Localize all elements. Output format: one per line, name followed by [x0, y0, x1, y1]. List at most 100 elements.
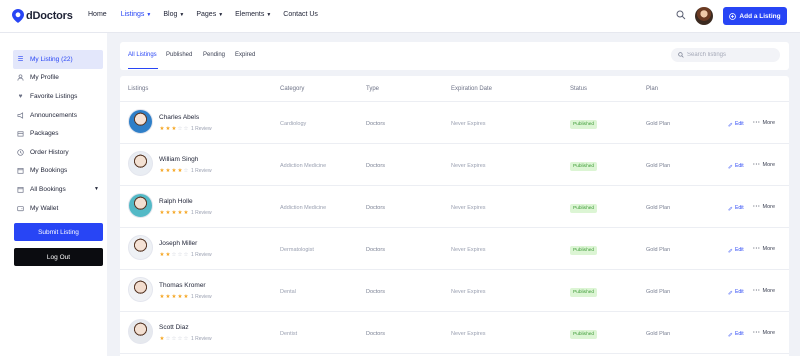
- edit-button[interactable]: Edit: [728, 247, 744, 253]
- listing-name[interactable]: Charles Abels: [159, 114, 199, 121]
- more-button[interactable]: ··· More: [753, 288, 775, 294]
- nav-listings[interactable]: Listings ▼: [121, 11, 152, 18]
- more-button[interactable]: ··· More: [753, 330, 775, 336]
- edit-button[interactable]: Edit: [728, 289, 744, 295]
- listing-expiration: Never Expires: [451, 121, 486, 127]
- calendar-icon: [17, 186, 24, 193]
- nav-home[interactable]: Home: [88, 11, 109, 18]
- edit-button[interactable]: Edit: [728, 331, 744, 337]
- user-icon: [17, 74, 24, 81]
- listing-category: Dentist: [280, 331, 298, 337]
- user-avatar[interactable]: [695, 7, 713, 25]
- listing-name[interactable]: Thomas Kromer: [159, 282, 206, 289]
- tab-expired[interactable]: Expired: [235, 52, 255, 58]
- listing-plan: Gold Plan: [646, 121, 671, 127]
- sidebar-item-announcements[interactable]: Announcements: [13, 106, 103, 125]
- search-icon[interactable]: [676, 10, 686, 20]
- chevron-down-icon[interactable]: ▼: [94, 186, 99, 192]
- nav-blog[interactable]: Blog ▼: [163, 11, 184, 18]
- rating-stars: ★ ★ ☆ ☆ ☆ 1 Review: [159, 252, 212, 258]
- listing-name[interactable]: Scott Diaz: [159, 324, 189, 331]
- sidebar-item-label: Announcements: [30, 111, 77, 119]
- location-pin-icon: [12, 9, 24, 23]
- more-button[interactable]: ··· More: [753, 204, 775, 210]
- status-badge: Published: [570, 245, 598, 255]
- more-label: More: [762, 288, 776, 294]
- edit-icon: [728, 164, 733, 168]
- table-row: Charles Abels ★ ★ ★ ☆ ☆ 1 Review Cardiology Doct…: [120, 102, 789, 144]
- review-count: 1 Review: [191, 294, 212, 300]
- tab-pending[interactable]: Pending: [203, 52, 225, 58]
- review-count: 1 Review: [191, 336, 212, 342]
- review-count: 1 Review: [191, 126, 212, 132]
- nav-label: Blog: [163, 11, 178, 18]
- listing-category: Dental: [280, 289, 296, 295]
- add-listing-button[interactable]: Add a Listing: [723, 7, 787, 25]
- star-filled-icon: ★: [183, 210, 189, 216]
- listing-category: Addiction Medicine: [280, 163, 327, 169]
- listing-plan: Gold Plan: [646, 163, 671, 169]
- edit-button[interactable]: Edit: [728, 121, 744, 127]
- rating-stars: ★ ★ ★ ★ ★ 1 Review: [159, 294, 212, 300]
- sidebar-item-my-wallet[interactable]: My Wallet: [13, 199, 103, 218]
- sidebar-item-my-bookings[interactable]: My Bookings: [13, 162, 103, 181]
- edit-button[interactable]: Edit: [728, 205, 744, 211]
- doctor-avatar[interactable]: [128, 193, 153, 218]
- logo-text: dDoctors: [26, 10, 73, 22]
- edit-button[interactable]: Edit: [728, 163, 744, 169]
- sidebar-item-label: My Listing (22): [30, 55, 73, 63]
- review-count: 1 Review: [191, 252, 212, 258]
- star-empty-icon: ☆: [183, 168, 189, 174]
- add-listing-label: Add a Listing: [739, 12, 781, 20]
- nav-pages[interactable]: Pages ▼: [196, 11, 223, 18]
- sidebar-item-all-bookings[interactable]: All Bookings ▼: [13, 180, 103, 199]
- chevron-down-icon: ▼: [218, 12, 224, 18]
- nav-contact[interactable]: Contact Us: [283, 11, 320, 18]
- listing-name[interactable]: William Singh: [159, 156, 198, 163]
- site-logo[interactable]: dDoctors: [12, 9, 73, 23]
- more-button[interactable]: ··· More: [753, 246, 775, 252]
- nav-elements[interactable]: Elements ▼: [235, 11, 271, 18]
- listing-expiration: Never Expires: [451, 205, 486, 211]
- table-row: Scott Diaz ★ ☆ ☆ ☆ ☆ 1 Review Dentist Doctors Nev…: [120, 312, 789, 354]
- sidebar-item-label: All Bookings: [30, 185, 66, 193]
- heart-icon: ♥: [18, 92, 23, 100]
- listing-type: Doctors: [366, 247, 385, 253]
- rating-stars: ★ ☆ ☆ ☆ ☆ 1 Review: [159, 336, 212, 342]
- more-button[interactable]: ··· More: [753, 162, 775, 168]
- sidebar-item-label: My Profile: [30, 74, 59, 82]
- package-icon: [17, 130, 24, 137]
- column-header-expiration: Expiration Date: [451, 86, 493, 92]
- tab-all-listings[interactable]: All Listings: [128, 52, 157, 58]
- listing-expiration: Never Expires: [451, 163, 486, 169]
- status-badge: Published: [570, 161, 598, 171]
- active-tab-indicator: [128, 68, 158, 70]
- column-header-category: Category: [280, 86, 305, 92]
- more-dots-icon: ···: [753, 330, 761, 336]
- listing-search: [671, 48, 780, 62]
- doctor-avatar[interactable]: [128, 109, 153, 134]
- submit-listing-button[interactable]: Submit Listing: [14, 223, 103, 241]
- sidebar-item-favorite-listings[interactable]: ♥ Favorite Listings: [13, 87, 103, 106]
- sidebar-item-packages[interactable]: Packages: [13, 124, 103, 143]
- logout-button[interactable]: Log Out: [14, 248, 103, 266]
- sidebar-item-my-profile[interactable]: My Profile: [13, 69, 103, 88]
- review-count: 1 Review: [191, 210, 212, 216]
- tab-published[interactable]: Published: [166, 52, 192, 58]
- doctor-avatar[interactable]: [128, 235, 153, 260]
- doctor-avatar[interactable]: [128, 277, 153, 302]
- star-empty-icon: ☆: [183, 252, 189, 258]
- listing-name[interactable]: Ralph Holle: [159, 198, 193, 205]
- nav-label: Pages: [196, 11, 217, 18]
- sidebar-item-my-listing[interactable]: ☰ My Listing (22): [13, 50, 103, 69]
- edit-icon: [728, 122, 733, 126]
- listing-name[interactable]: Joseph Miller: [159, 240, 197, 247]
- top-header: dDoctors Home Listings ▼ Blog ▼ Pages ▼ Ele…: [0, 0, 800, 33]
- doctor-avatar[interactable]: [128, 151, 153, 176]
- table-row: Joseph Miller ★ ★ ☆ ☆ ☆ 1 Review Dermatologist D…: [120, 228, 789, 270]
- doctor-avatar[interactable]: [128, 319, 153, 344]
- sidebar-item-order-history[interactable]: Order History: [13, 143, 103, 162]
- more-button[interactable]: ··· More: [753, 120, 775, 126]
- search-input[interactable]: [687, 52, 772, 58]
- calendar-icon: [17, 167, 24, 175]
